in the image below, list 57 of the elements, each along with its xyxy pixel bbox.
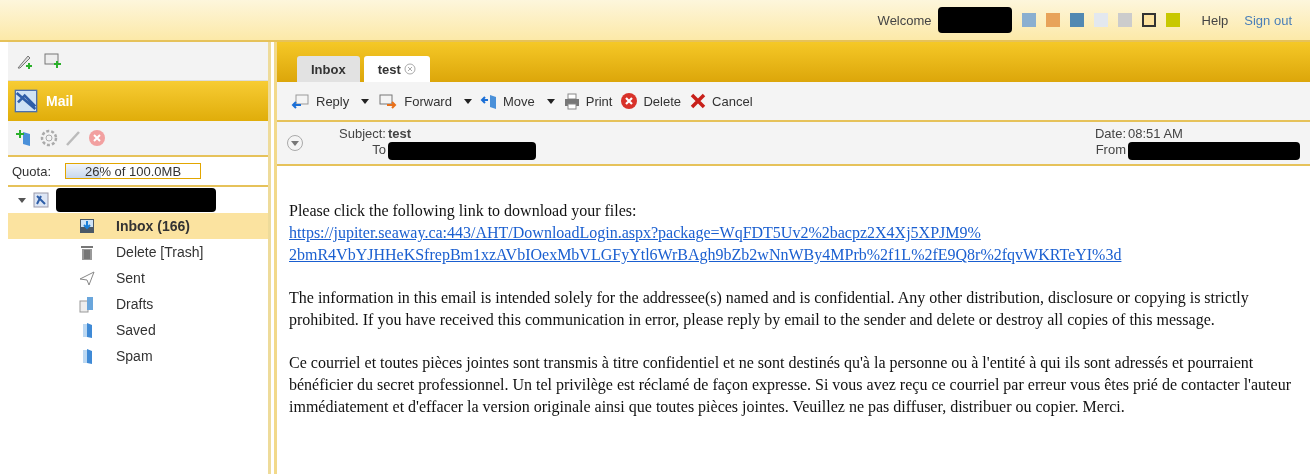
theme-swatch[interactable] [1069,13,1084,27]
documents-icon [78,295,96,313]
body-text: Please click the following link to download your files: [289,202,637,219]
dropdown-caret-icon[interactable] [361,98,370,104]
theme-swatch[interactable] [1045,13,1060,27]
field-label: To [371,142,386,159]
tab[interactable]: test [363,56,430,82]
toolbar-button[interactable]: Move [479,92,535,110]
toolbar-button[interactable]: Delete [620,92,682,110]
reply-arrow-icon [289,92,311,110]
delete-circle-icon [620,92,639,110]
welcome-label: Welcome [877,12,932,28]
body-paragraph: Ce courriel et toutes pièces jointes sont transmis à titre confidentiel et ne sont destinés qu'à la personne ou à l'entité à qui ils sont adressés et pourraient bénéficier du secret professionnel. Un tel privilège est réclamé de façon expresse. Si vous avez reçu ce courriel par erreur vous êtes prié de contacter l'auteur immédiatement et d'effacer la version originale ainsi que toutes pièces jointes. Veuillez ne pas diffuser, distribuer ou copier. Merci. [289,353,1292,418]
trash-can-icon [78,243,96,261]
date-value: 08:51 AM [1128,126,1184,142]
section-title: Mail [46,93,74,109]
mail-app-icon [14,89,38,113]
close-icon[interactable] [403,63,416,75]
field-label: From [1094,142,1126,159]
quota-label: Quota: [12,163,52,179]
folder-item[interactable]: Inbox (166) [8,213,268,239]
folder-item[interactable]: Spam [8,343,268,369]
theme-swatch[interactable] [1141,13,1156,27]
quota-bar: 26% of 100.0MB [65,163,202,179]
dropdown-caret-icon[interactable] [463,98,472,104]
field-label: Date: [1094,126,1126,142]
folder-item[interactable]: Sent [8,265,268,291]
inbox-tray-icon [78,217,96,235]
settings-icon [40,129,58,147]
new-contact-icon [44,52,62,70]
theme-swatch[interactable] [1117,13,1132,27]
dropdown-caret-icon[interactable] [546,98,555,104]
theme-swatch[interactable] [1093,13,1108,27]
paper-plane-icon [78,269,96,287]
download-link[interactable]: https://jupiter.seaway.ca:443/AHT/DownloadLogin.aspx?package=WqFDT5Uv2%2bacpz2X4Xj5XPJM9% 2bmR4VbYJHHeKSfrepBm1xzAVbIOexMbVLGFyYtl6WrBAgh9bZb2wNnWBy4MPrb%2f1L%2fE9Q8r%2fqvWKRTeYI%3d [289,222,1122,266]
move-folder-icon [479,92,498,110]
sign-out-link[interactable]: Sign out [1244,12,1292,28]
toolbar-button[interactable]: Cancel [689,92,753,110]
theme-swatch[interactable] [1165,13,1180,27]
field-label: Subject: [339,126,386,142]
expand-triangle-icon[interactable] [18,197,26,203]
printer-icon [562,92,581,110]
folder-item[interactable]: Delete [Trash] [8,239,268,265]
pencil-icon [64,129,82,147]
subject-value: test [388,126,413,142]
toolbar-button[interactable]: Reply [289,92,350,110]
folder-item[interactable]: Drafts [8,291,268,317]
folder-item[interactable]: Saved [8,317,268,343]
tab[interactable]: Inbox [297,56,360,82]
mail-account-icon [32,191,50,209]
help-link[interactable]: Help [1201,12,1229,28]
delete-circle-icon [88,129,106,147]
toolbar-button[interactable]: Forward [377,92,452,110]
body-paragraph: The information in this email is intended solely for the addressee(s) named and is confidential. Any other distribution, disclosure or copying is strictly prohibited. If you have received this communication in error, please reply by email to the sender and delete or destroy all copies of this message. [289,288,1250,331]
toolbar-button[interactable]: Print [562,92,613,110]
cancel-x-icon [689,92,708,110]
theme-swatch[interactable] [1021,13,1036,27]
